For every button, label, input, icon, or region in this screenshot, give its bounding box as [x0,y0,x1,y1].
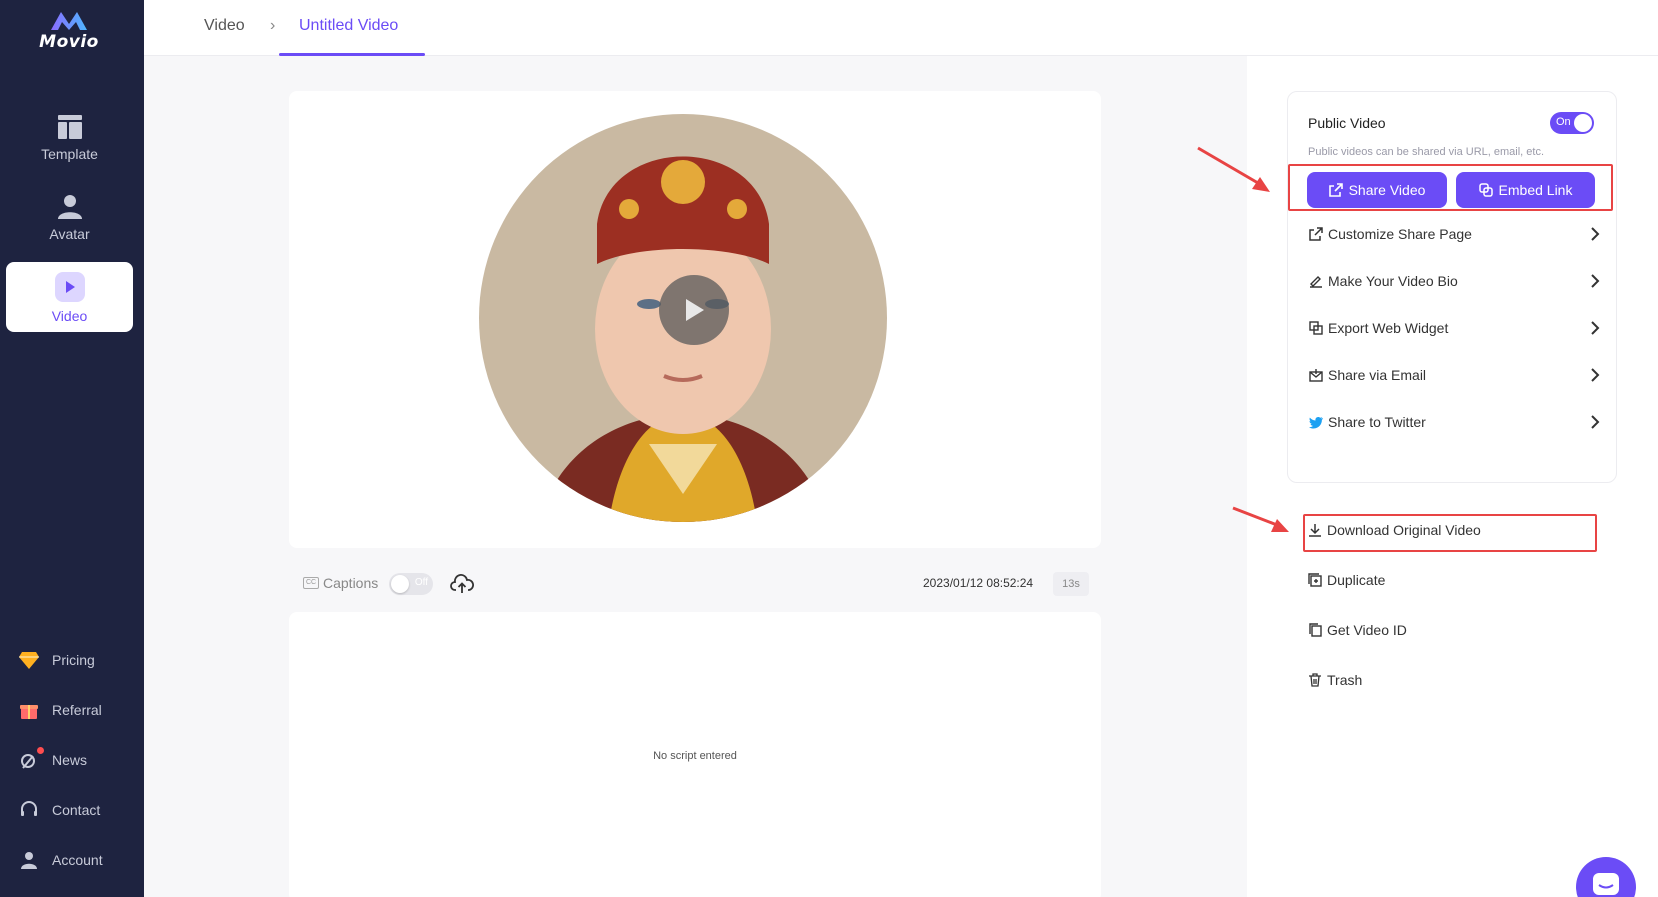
video-play-icon [54,272,85,302]
share-item-label: Make Your Video Bio [1328,273,1458,289]
sidebar: Movio Template Avatar Video Pricing Refe [0,0,144,897]
script-panel: No script entered [289,612,1101,897]
movio-logo-icon [51,12,87,30]
video-timestamp: 2023/01/12 08:52:24 [923,576,1034,590]
chevron-right-icon [1591,274,1600,288]
public-video-toggle[interactable]: On [1550,112,1594,134]
user-icon [18,849,40,871]
trash-icon [1307,672,1323,688]
duplicate-item[interactable]: Duplicate [1307,567,1385,593]
diamond-icon [18,649,40,671]
top-bar: Video › Untitled Video [144,0,1658,56]
share-item-label: Share to Twitter [1328,414,1426,430]
sidebar-item-label: Contact [52,802,101,818]
headset-icon [18,799,40,821]
action-label: Get Video ID [1327,622,1407,638]
chevron-right-icon [1591,415,1600,429]
captions-toggle[interactable]: Off [389,573,433,595]
template-icon [57,115,82,139]
cc-icon: CC [303,577,319,589]
chevron-right-icon [1591,227,1600,241]
play-button[interactable] [659,275,729,345]
annotation-arrow-icon [1197,146,1270,192]
toggle-state: On [1556,116,1571,128]
chevron-right-icon [1591,321,1600,335]
annotation-arrow-icon [1232,506,1289,532]
sidebar-item-template[interactable]: Template [6,100,133,170]
share-item-label: Share via Email [1328,367,1427,383]
action-label: Trash [1327,672,1363,688]
duplicate-icon [1307,572,1323,588]
signature-icon [1308,273,1324,289]
video-preview-card [289,91,1101,548]
breadcrumb-video[interactable]: Video [204,17,245,35]
notification-dot [37,747,44,754]
public-video-subtitle: Public videos can be shared via URL, ema… [1308,146,1545,158]
action-label: Duplicate [1327,572,1386,588]
sidebar-item-label: Referral [52,702,102,718]
toggle-state: Off [414,577,428,588]
email-icon [1308,367,1324,383]
widget-icon [1308,320,1324,336]
cloud-upload-icon[interactable] [450,573,474,595]
sidebar-item-contact[interactable]: Contact [18,797,100,823]
captions-label: Captions [323,575,379,591]
breadcrumb-current[interactable]: Untitled Video [299,17,398,35]
chat-icon [1593,873,1619,895]
public-share-card: Public Video On Public videos can be sha… [1287,91,1617,483]
avatar-icon [57,195,82,219]
sidebar-item-referral[interactable]: Referral [18,697,102,723]
make-video-bio-item[interactable]: Make Your Video Bio [1308,267,1602,295]
active-tab-indicator [279,53,425,56]
chevron-right-icon [1591,368,1600,382]
annotation-box-download [1303,514,1597,552]
sidebar-item-label: Video [51,308,88,324]
customize-share-page-item[interactable]: Customize Share Page [1308,220,1602,248]
export-web-widget-item[interactable]: Export Web Widget [1308,314,1602,342]
sidebar-item-avatar[interactable]: Avatar [6,180,133,250]
breadcrumb-separator: › [270,17,276,34]
share-via-email-item[interactable]: Share via Email [1308,361,1602,389]
gift-icon [18,699,40,721]
play-icon [686,299,704,321]
sidebar-item-label: Template [41,146,98,162]
app-logo[interactable]: Movio [0,8,138,52]
sidebar-item-label: Avatar [49,226,90,242]
sidebar-item-label: News [52,752,88,768]
duration-badge: 13s [1053,572,1089,596]
toggle-knob [1574,114,1592,132]
annotation-box-share-buttons [1288,164,1613,211]
sidebar-item-video[interactable]: Video [6,262,133,332]
twitter-icon [1308,414,1324,430]
get-video-id-item[interactable]: Get Video ID [1307,617,1407,643]
sidebar-item-label: Pricing [52,652,95,668]
app-name: Movio [39,32,99,52]
sidebar-item-label: Account [52,852,103,868]
public-video-title: Public Video [1308,115,1386,131]
share-item-label: Export Web Widget [1328,320,1449,336]
sidebar-item-account[interactable]: Account [18,847,103,873]
script-placeholder: No script entered [653,750,737,762]
caption-toolbar: CC Captions Off 2023/01/12 08:52:24 13s [289,566,1101,602]
satellite-icon [18,747,44,771]
share-to-twitter-item[interactable]: Share to Twitter [1308,408,1602,436]
copy-icon [1307,622,1323,638]
external-link-icon [1308,226,1324,242]
sidebar-item-news[interactable]: News [18,747,87,773]
sidebar-item-pricing[interactable]: Pricing [18,647,95,673]
toggle-knob [391,575,409,593]
trash-item[interactable]: Trash [1307,667,1362,693]
share-item-label: Customize Share Page [1328,226,1472,242]
